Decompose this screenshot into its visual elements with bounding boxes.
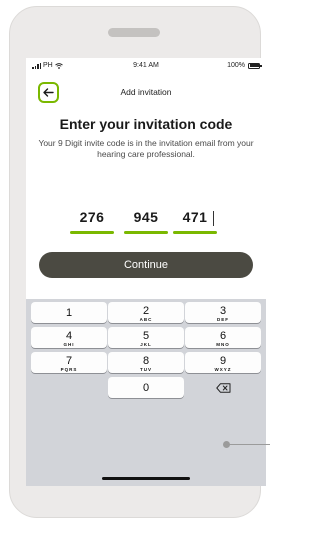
code-group-3[interactable]: 471 — [173, 209, 217, 234]
text-cursor — [213, 211, 214, 226]
numeric-keypad: 1 2 ABC 3 DEF 4 GHI 5 JKL 6 MNO 7 PQRS 8… — [26, 299, 266, 486]
key-8-number: 8 — [142, 355, 150, 367]
code-digits-2: 945 — [133, 209, 159, 225]
status-bar: PH 9:41 AM 100% — [26, 58, 266, 74]
battery-icon — [248, 62, 262, 69]
key-7[interactable]: 7 PQRS — [31, 352, 107, 373]
key-9[interactable]: 9 WXYZ — [185, 352, 261, 373]
key-1[interactable]: 1 — [31, 302, 107, 323]
code-group-2[interactable]: 945 — [124, 209, 168, 234]
key-empty — [31, 377, 107, 398]
key-3-letters: DEF — [217, 317, 229, 322]
key-7-number: 7 — [65, 355, 73, 367]
delete-key[interactable] — [185, 377, 261, 398]
key-2[interactable]: 2 ABC — [108, 302, 184, 323]
page-title: Enter your invitation code — [59, 116, 233, 132]
code-underline-1 — [70, 231, 114, 234]
key-7-letters: PQRS — [60, 367, 78, 372]
key-6-number: 6 — [219, 330, 227, 342]
code-digits-3: 471 — [182, 209, 208, 225]
home-indicator — [102, 477, 190, 480]
code-group-1[interactable]: 276 — [70, 209, 114, 234]
battery-percent: 100% — [227, 62, 245, 69]
key-3[interactable]: 3 DEF — [185, 302, 261, 323]
app-screen: PH 9:41 AM 100% Add invitation Enter you… — [26, 58, 266, 486]
backspace-icon — [215, 382, 230, 393]
key-2-letters: ABC — [139, 317, 153, 322]
nav-title: Add invitation — [120, 87, 172, 97]
instruction-text: Your 9 Digit invite code is in the invit… — [38, 138, 254, 159]
code-underline-3 — [173, 231, 217, 234]
key-0[interactable]: 0 — [108, 377, 184, 398]
key-8[interactable]: 8 TUV — [108, 352, 184, 373]
key-1-number: 1 — [65, 307, 73, 319]
code-digits-1: 276 — [79, 209, 105, 225]
key-6[interactable]: 6 MNO — [185, 327, 261, 348]
key-5-letters: JKL — [140, 342, 152, 347]
key-3-number: 3 — [219, 305, 227, 317]
phone-speaker — [108, 28, 160, 37]
code-underline-2 — [124, 231, 168, 234]
key-9-letters: WXYZ — [214, 367, 232, 372]
status-right: 100% — [227, 62, 262, 69]
key-5-number: 5 — [142, 330, 150, 342]
key-4-number: 4 — [65, 330, 73, 342]
key-9-number: 9 — [219, 355, 227, 367]
key-8-letters: TUV — [140, 367, 152, 372]
key-4[interactable]: 4 GHI — [31, 327, 107, 348]
key-6-letters: MNO — [216, 342, 230, 347]
continue-button[interactable]: Continue — [39, 252, 253, 278]
callout-line — [226, 444, 270, 445]
key-5[interactable]: 5 JKL — [108, 327, 184, 348]
key-2-number: 2 — [142, 305, 150, 317]
callout-dot — [223, 441, 230, 448]
key-4-letters: GHI — [63, 342, 75, 347]
key-0-number: 0 — [142, 382, 150, 394]
